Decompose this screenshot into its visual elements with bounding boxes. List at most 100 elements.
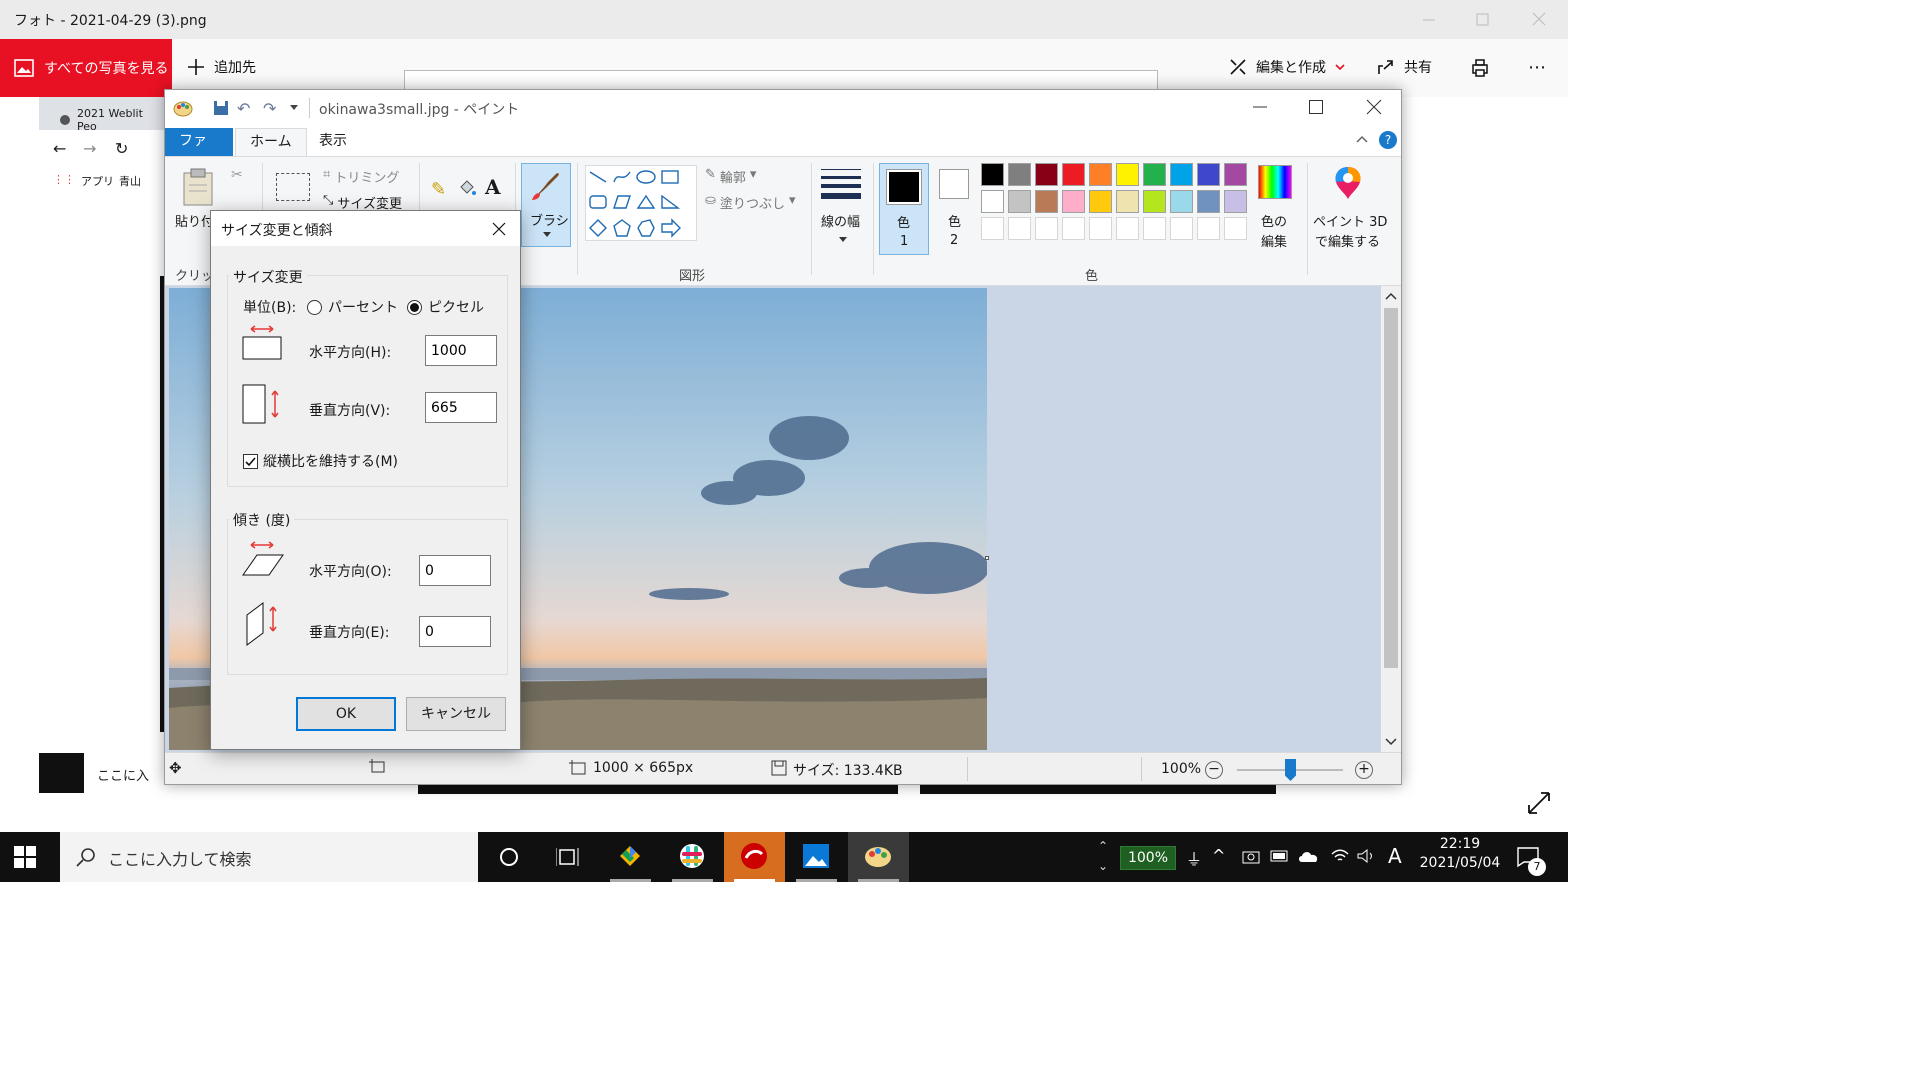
skew-horizontal-input[interactable] [419, 555, 491, 586]
palette-swatch[interactable] [981, 163, 1004, 186]
palette-swatch[interactable] [1170, 163, 1193, 186]
crop-button[interactable]: ⌗ トリミング [323, 167, 399, 186]
vertical-scrollbar[interactable] [1381, 286, 1401, 752]
wifi-icon[interactable] [1330, 848, 1350, 864]
qat-customize-icon[interactable] [289, 102, 299, 112]
tab-home[interactable]: ホーム [235, 128, 307, 156]
taskbar-app-slack-icon[interactable] [662, 832, 723, 882]
taskbar-clock[interactable]: 22:19 2021/05/04 [1410, 836, 1510, 871]
paste-button[interactable]: 貼り付 [175, 211, 214, 230]
palette-swatch[interactable] [1008, 163, 1031, 186]
cortana-icon[interactable] [498, 846, 520, 868]
undo-icon[interactable]: ↶ [237, 99, 250, 118]
shapes-gallery[interactable] [585, 165, 697, 241]
save-icon[interactable] [213, 100, 229, 116]
palette-swatch[interactable] [1008, 190, 1031, 213]
scroll-thumb[interactable] [1384, 308, 1398, 668]
percent-radio[interactable]: パーセント [307, 297, 398, 317]
edit-create-button[interactable]: 編集と作成 [1228, 57, 1346, 77]
redo-icon[interactable]: ↷ [263, 99, 276, 118]
palette-swatch[interactable] [1116, 163, 1139, 186]
print-icon[interactable] [1470, 58, 1490, 78]
palette-swatch[interactable] [1143, 190, 1166, 213]
clipboard-icon[interactable] [181, 167, 215, 207]
bookmark-aoyama[interactable]: 青山 [119, 173, 141, 189]
expand-icon[interactable] [1526, 790, 1552, 816]
battery-icon[interactable] [1270, 850, 1290, 862]
palette-swatch[interactable] [1035, 217, 1058, 240]
color2-swatch[interactable] [939, 169, 969, 199]
palette-swatch[interactable] [1062, 163, 1085, 186]
pencil-icon[interactable]: ✎ [431, 179, 446, 200]
pixel-radio[interactable]: ピクセル [407, 297, 484, 317]
share-button[interactable]: 共有 [1376, 57, 1432, 77]
palette-swatch[interactable] [1170, 217, 1193, 240]
palette-swatch[interactable] [1116, 217, 1139, 240]
brush-button[interactable]: ブラシ [521, 163, 571, 247]
forward-icon[interactable]: → [83, 139, 96, 158]
chevron-down-icon[interactable] [1385, 738, 1397, 746]
palette-swatch[interactable] [1089, 217, 1112, 240]
cut-icon[interactable]: ✂ [231, 167, 243, 183]
color1-button[interactable]: 色 1 [879, 163, 929, 255]
taskbar-app-git-icon[interactable] [600, 832, 661, 882]
help-icon[interactable]: ? [1379, 131, 1397, 149]
battery-percentage[interactable]: 100% [1120, 846, 1176, 870]
zoom-in-icon[interactable]: + [1355, 761, 1373, 779]
browser-tab[interactable]: 2021 Weblit Peo [59, 107, 166, 133]
palette-swatch[interactable] [1008, 217, 1031, 240]
tab-view[interactable]: 表示 [305, 128, 361, 156]
windows-start-icon[interactable] [14, 846, 36, 868]
horizontal-input[interactable] [425, 335, 497, 366]
zoom-slider-thumb[interactable] [1285, 759, 1296, 781]
taskbar-app-photos-icon[interactable] [786, 832, 847, 882]
close-icon[interactable] [1530, 10, 1548, 28]
chevron-up-down-icon[interactable]: ⌃ ⌄ [1098, 836, 1108, 876]
resize-handle[interactable] [985, 556, 989, 560]
maximize-icon[interactable] [1474, 10, 1492, 28]
collapse-ribbon-icon[interactable] [1355, 134, 1369, 144]
chevron-up-icon[interactable] [1385, 292, 1397, 300]
minimize-icon[interactable] [1251, 98, 1269, 116]
ok-button[interactable]: OK [296, 697, 396, 731]
text-icon[interactable]: A [485, 175, 501, 199]
reload-icon[interactable]: ↻ [115, 139, 128, 158]
palette-swatch[interactable] [1089, 190, 1112, 213]
add-to-button[interactable]: 追加先 [186, 57, 256, 77]
palette-swatch[interactable] [1035, 190, 1058, 213]
paint3d-icon[interactable] [1331, 165, 1365, 201]
ime-indicator[interactable]: A [1388, 844, 1402, 868]
palette-swatch[interactable] [1062, 217, 1085, 240]
close-icon[interactable] [1365, 98, 1383, 116]
palette-swatch[interactable] [1116, 190, 1139, 213]
fill-button[interactable]: ⛀ 塗りつぶし ▾ [705, 193, 796, 212]
tab-file[interactable]: ファイル [165, 128, 233, 175]
palette-swatch[interactable] [1197, 217, 1220, 240]
palette-swatch[interactable] [1224, 190, 1247, 213]
maximize-icon[interactable] [1307, 98, 1325, 116]
edit-colors-icon[interactable] [1258, 165, 1292, 199]
palette-swatch[interactable] [1197, 190, 1220, 213]
palette-swatch[interactable] [1035, 163, 1058, 186]
select-icon[interactable] [276, 173, 310, 201]
palette-swatch[interactable] [1224, 163, 1247, 186]
taskbar-app-paint-icon[interactable] [848, 832, 909, 882]
maintain-aspect-checkbox[interactable]: 縦横比を維持する(M) [243, 451, 398, 471]
minimize-icon[interactable] [1420, 10, 1438, 28]
palette-swatch[interactable] [1143, 217, 1166, 240]
line-width-icon[interactable] [821, 167, 861, 201]
fill-icon[interactable] [457, 179, 477, 197]
see-all-photos-button[interactable]: すべての写真を見る [0, 39, 172, 97]
outline-button[interactable]: ✎ 輪郭 ▾ [705, 167, 756, 186]
skew-vertical-input[interactable] [419, 616, 491, 647]
camera-icon[interactable] [1242, 848, 1260, 864]
zoom-out-icon[interactable]: − [1205, 761, 1223, 779]
palette-swatch[interactable] [1143, 163, 1166, 186]
bookmark-apps[interactable]: ⋮⋮ アプリ [53, 173, 114, 189]
close-icon[interactable] [491, 221, 507, 237]
cancel-button[interactable]: キャンセル [406, 697, 506, 731]
volume-icon[interactable] [1356, 848, 1376, 864]
palette-swatch[interactable] [1089, 163, 1112, 186]
chevron-up-icon[interactable]: ^ [1212, 846, 1225, 865]
power-plug-icon[interactable]: ⏚ [1186, 846, 1202, 870]
